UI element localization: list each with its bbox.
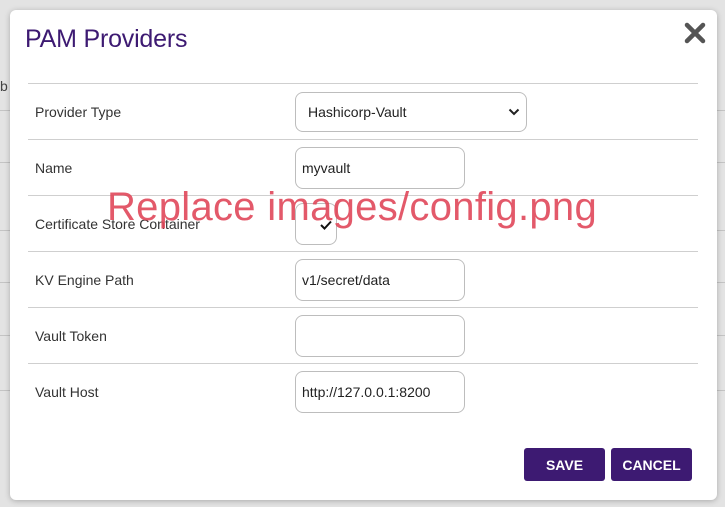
background-text-fragment: b (0, 78, 8, 94)
name-input[interactable] (295, 147, 465, 189)
placeholder-overlay-text: Replace images/config.png (107, 185, 598, 229)
chevron-down-icon (508, 108, 520, 116)
provider-type-select[interactable]: Hashicorp-Vault (295, 92, 527, 132)
close-icon[interactable] (682, 20, 708, 46)
form-row-vault-token: Vault Token (28, 308, 698, 364)
cancel-button[interactable]: CANCEL (611, 448, 692, 481)
vault-token-input[interactable] (295, 315, 465, 357)
vault-token-label: Vault Token (35, 328, 107, 344)
vault-host-label: Vault Host (35, 384, 99, 400)
form-row-provider-type: Provider Type Hashicorp-Vault (28, 84, 698, 140)
vault-host-input[interactable] (295, 371, 465, 413)
pam-providers-dialog: PAM Providers Provider Type Hashicorp-Va… (10, 10, 717, 500)
kv-engine-path-label: KV Engine Path (35, 272, 134, 288)
provider-type-value: Hashicorp-Vault (308, 104, 407, 120)
provider-form: Provider Type Hashicorp-Vault Name Certi… (28, 83, 698, 420)
name-label: Name (35, 160, 73, 176)
save-button[interactable]: SAVE (524, 448, 605, 481)
form-row-kv-engine-path: KV Engine Path (28, 252, 698, 308)
form-row-vault-host: Vault Host (28, 364, 698, 420)
kv-engine-path-input[interactable] (295, 259, 465, 301)
dialog-title: PAM Providers (25, 25, 188, 53)
provider-type-label: Provider Type (35, 104, 122, 120)
